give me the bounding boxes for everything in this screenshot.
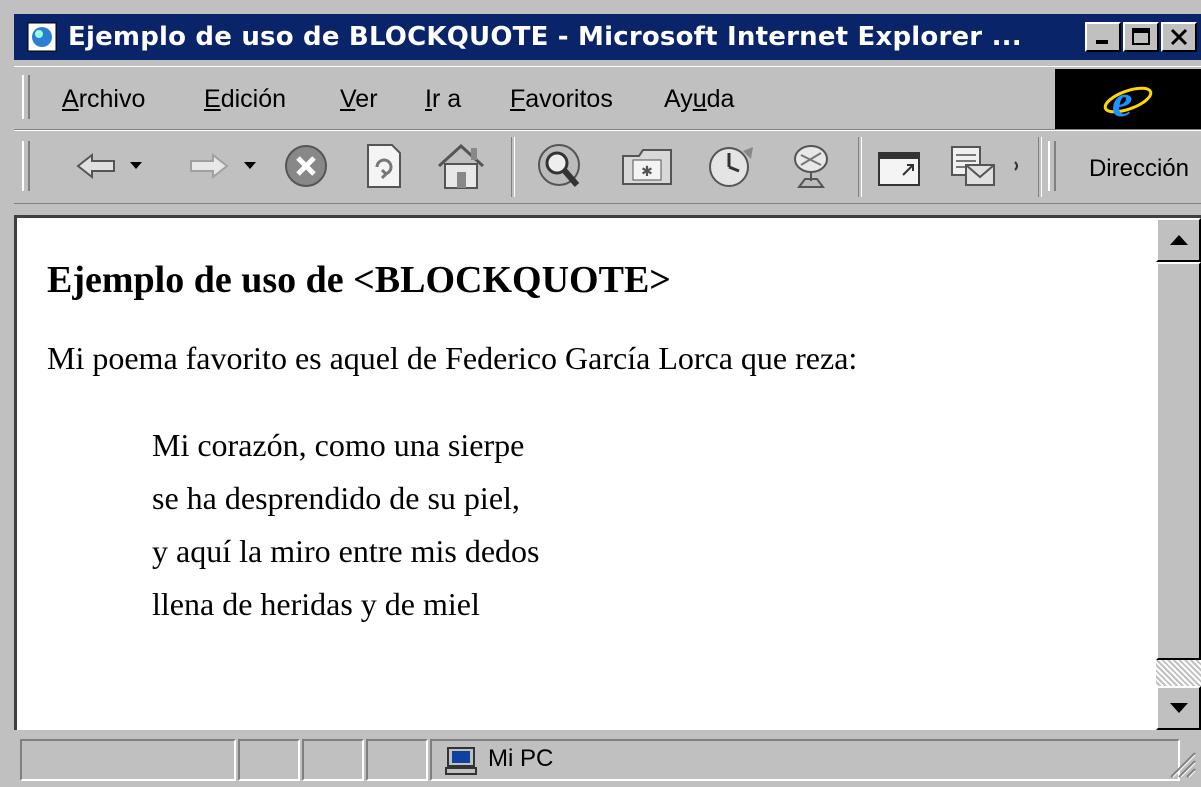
browser-window: Ejemplo de uso de BLOCKQUOTE - Microsoft… (0, 0, 1201, 787)
stop-icon (285, 145, 327, 187)
scroll-down-button[interactable] (1156, 686, 1201, 730)
home-button[interactable] (428, 137, 494, 195)
status-zone-label: Mi PC (488, 745, 554, 772)
menu-grip[interactable] (22, 75, 30, 119)
forward-dropdown[interactable] (240, 137, 260, 195)
history-button[interactable] (698, 137, 764, 195)
history-icon (709, 147, 753, 187)
window-title: Ejemplo de uso de BLOCKQUOTE - Microsoft… (68, 22, 1022, 52)
address-grip[interactable] (1048, 141, 1056, 191)
menu-ver[interactable]: Ver (340, 85, 378, 114)
dropdown-icon (130, 162, 142, 169)
status-panel (238, 739, 300, 781)
status-bar: Mi PC (14, 735, 1201, 787)
mail-button[interactable] (940, 137, 1006, 195)
maximize-button[interactable] (1123, 22, 1159, 52)
toolbar: ✱ Dirección (14, 130, 1201, 204)
close-icon (1170, 28, 1188, 46)
menu-bar: Archivo Edición Ver Ir a Favoritos Ayuda… (14, 66, 1201, 130)
scroll-track[interactable] (1156, 660, 1201, 686)
quote-line: Mi corazón, como una sierpe (152, 427, 525, 463)
minimize-button[interactable] (1085, 22, 1121, 52)
status-main-panel (20, 739, 236, 781)
forward-button[interactable] (178, 137, 240, 195)
quote-line: se ha desprendido de su piel, (152, 480, 520, 516)
back-dropdown[interactable] (126, 137, 146, 195)
menu-archivo[interactable]: Archivo (62, 85, 145, 114)
page-body: Ejemplo de uso de <BLOCKQUOTE> Mi poema … (47, 258, 1147, 631)
maximize-icon (1132, 28, 1150, 45)
favorites-button[interactable]: ✱ (614, 137, 680, 195)
close-button[interactable] (1161, 22, 1197, 52)
computer-icon (445, 747, 477, 775)
toolbar-grip[interactable] (22, 141, 30, 191)
svg-text:e: e (1112, 75, 1132, 124)
ie-page-icon (27, 22, 57, 52)
vertical-scrollbar[interactable] (1156, 218, 1201, 730)
page-viewport[interactable]: Ejemplo de uso de <BLOCKQUOTE> Mi poema … (14, 215, 1201, 730)
resize-grip-icon[interactable] (1167, 749, 1197, 779)
toolbar-separator (1038, 137, 1042, 197)
search-button[interactable] (526, 137, 592, 195)
intro-text: Mi poema favorito es aquel de Federico G… (47, 340, 858, 376)
back-icon (76, 152, 115, 180)
blockquote: Mi corazón, como una sierpe se ha despre… (152, 419, 1147, 631)
chevron-icon (1014, 161, 1018, 171)
forward-icon (190, 152, 229, 180)
status-panel (366, 739, 428, 781)
ie-logo: e (1055, 69, 1201, 129)
quote-line: llena de heridas y de miel (152, 586, 480, 622)
arrow-up-icon (1169, 235, 1188, 245)
scroll-up-button[interactable] (1156, 218, 1201, 262)
stop-button[interactable] (276, 137, 336, 195)
title-bar[interactable]: Ejemplo de uso de BLOCKQUOTE - Microsoft… (14, 14, 1201, 60)
search-icon (538, 144, 580, 187)
toolbar-overflow[interactable] (1010, 137, 1024, 195)
refresh-button[interactable] (354, 137, 414, 195)
home-icon (437, 143, 485, 189)
channels-icon (794, 145, 828, 188)
ie-logo-icon: e (1103, 75, 1153, 124)
arrow-down-icon (1169, 703, 1188, 713)
menu-ir-a[interactable]: Ir a (425, 85, 461, 114)
minimize-icon (1096, 40, 1108, 44)
status-panel (302, 739, 364, 781)
favorites-icon: ✱ (622, 149, 672, 185)
dropdown-icon (244, 162, 256, 169)
menu-favoritos[interactable]: Favoritos (510, 85, 613, 114)
mail-icon (951, 146, 995, 186)
menu-edicion[interactable]: Edición (204, 85, 286, 114)
page-heading: Ejemplo de uso de <BLOCKQUOTE> (47, 259, 671, 301)
scroll-thumb[interactable] (1156, 262, 1201, 660)
svg-text:✱: ✱ (641, 164, 653, 180)
channels-button[interactable] (778, 137, 844, 195)
quote-line: y aquí la miro entre mis dedos (152, 533, 540, 569)
toolbar-separator (858, 137, 862, 197)
fullscreen-button[interactable] (866, 137, 932, 195)
menu-ayuda[interactable]: Ayuda (664, 85, 734, 114)
refresh-icon (367, 144, 401, 188)
back-button[interactable] (66, 137, 126, 195)
toolbar-separator (511, 137, 515, 197)
address-label: Dirección (1088, 155, 1189, 182)
fullscreen-icon (878, 152, 920, 186)
